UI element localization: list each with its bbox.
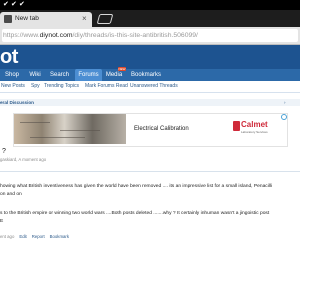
tab-title: New tab <box>15 15 39 22</box>
ad-photo-detail <box>20 122 50 123</box>
edit-link[interactable]: Edit <box>19 234 26 239</box>
ad-title[interactable]: Electrical Calibration <box>134 125 189 133</box>
subnav-new-posts[interactable]: New Posts <box>1 81 25 92</box>
breadcrumb-general-discussion[interactable]: eral Discussion <box>0 98 34 107</box>
subnav-mark-forums-read[interactable]: Mark Forums Read <box>85 81 128 92</box>
thread-title: ? <box>2 148 6 155</box>
post-text-line: s to the British empire or winning two w… <box>0 211 270 216</box>
ad-logo[interactable]: Calmet <box>241 120 268 130</box>
tab-new-tab[interactable] <box>0 12 92 27</box>
subnav-trending-topics[interactable]: Trending Topics <box>44 81 79 92</box>
url-host: diynot.com <box>39 32 73 39</box>
notification-check-icon: ✔ <box>19 0 25 8</box>
site-header <box>0 45 300 69</box>
post-actions: ent ago Edit Report Bookmark <box>0 234 69 240</box>
media-new-badge: NEW <box>118 67 126 71</box>
ad-photo-detail <box>30 137 85 138</box>
subnav-unanswered-threads[interactable]: Unanswered Threads <box>130 81 178 92</box>
nav-wiki[interactable]: Wiki <box>24 69 46 81</box>
post-timestamp: ent ago <box>0 234 15 239</box>
nav-bookmarks[interactable]: Bookmarks <box>128 69 164 81</box>
ad-choices-icon[interactable] <box>281 114 287 120</box>
calmet-logo-icon <box>233 121 240 131</box>
nav-shop[interactable]: Shop <box>1 69 23 81</box>
divider <box>0 171 300 172</box>
post-text-line: E <box>0 219 4 224</box>
new-tab-icon[interactable] <box>96 14 114 24</box>
thread-meta: gaskiard, A moment ago <box>0 157 47 162</box>
site-logo[interactable]: ot <box>0 44 18 70</box>
url-path: /diy/threads/is-this-site-antibritish.50… <box>72 32 198 39</box>
close-icon[interactable]: × <box>82 13 87 25</box>
url-text[interactable]: https://www.diynot.com/diy/threads/is-th… <box>3 30 198 41</box>
ad-logo-subtitle: Laboratory Services <box>241 130 268 134</box>
ad-photo <box>14 114 126 144</box>
tab-favicon-icon <box>4 15 12 23</box>
subnav-spy[interactable]: Spy <box>31 81 40 92</box>
notification-check-icon: ✔ <box>3 0 9 8</box>
report-link[interactable]: Report <box>32 234 45 239</box>
nav-search[interactable]: Search <box>47 69 72 81</box>
nav-forums[interactable]: Forums <box>75 69 102 81</box>
bookmark-link[interactable]: Bookmark <box>50 234 69 239</box>
post-text-line: on and on <box>0 192 22 197</box>
post-text-line: howing what British inventiveness has gi… <box>0 184 273 189</box>
breadcrumb <box>0 99 300 106</box>
breadcrumb-chevron-icon: › <box>284 100 286 105</box>
url-prefix: https://www. <box>3 32 40 39</box>
status-bar <box>0 0 300 10</box>
notification-check-icon: ✔ <box>11 0 17 8</box>
ad-photo-detail <box>60 130 100 131</box>
